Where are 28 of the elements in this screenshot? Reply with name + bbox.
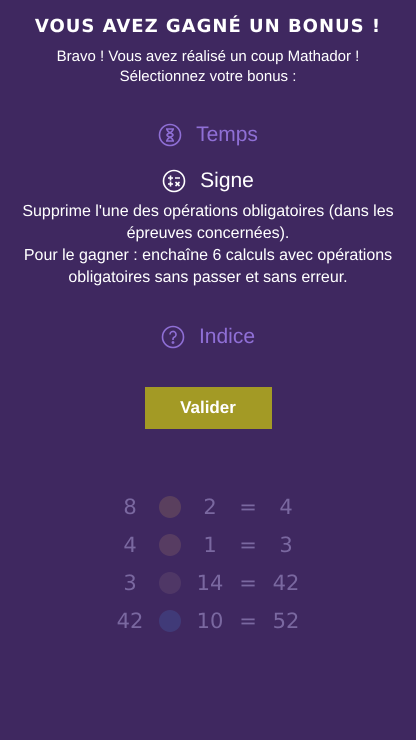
operand-text: 10 [196,608,224,635]
equals-sign: = [239,532,257,559]
hourglass-icon [158,123,182,147]
operand-text: 14 [196,570,224,597]
equals-sign: = [239,570,257,597]
validate-button[interactable]: Valider [144,387,272,429]
operand-text: 2 [203,494,217,521]
operand-text: 3 [123,570,137,597]
result-text: 4 [279,494,293,521]
bonus-description: Supprime l'une des opérations obligatoires (dans les épreuves concernées). [22,202,394,244]
result-text: 52 [272,608,300,635]
operand-text: 4 [123,532,137,559]
result-text: 3 [279,532,293,559]
dialog-title: VOUS AVEZ GAGNÉ UN BONUS ! [34,16,382,37]
result-text: 42 [272,570,300,597]
equals-sign: = [239,494,257,521]
equals-sign: = [239,608,257,635]
operand-text: 42 [116,608,144,635]
bonus-description: Pour le gagner : enchaîne 6 calculs avec opérations obligatoires sans passer et sans erreur. [22,246,394,288]
math-operators-icon [162,169,186,193]
bonus-option[interactable]: Indice [160,325,256,349]
message-text: Sélectionnez votre bonus : [118,67,298,87]
message-text: Bravo ! Vous avez réalisé un coup Mathador ! [56,47,360,67]
bonus-option[interactable]: Temps [158,123,258,147]
bonus-option[interactable]: Signe [162,169,254,193]
operand-text: 1 [203,532,217,559]
operand-text: 8 [123,494,137,521]
question-icon [160,325,185,349]
